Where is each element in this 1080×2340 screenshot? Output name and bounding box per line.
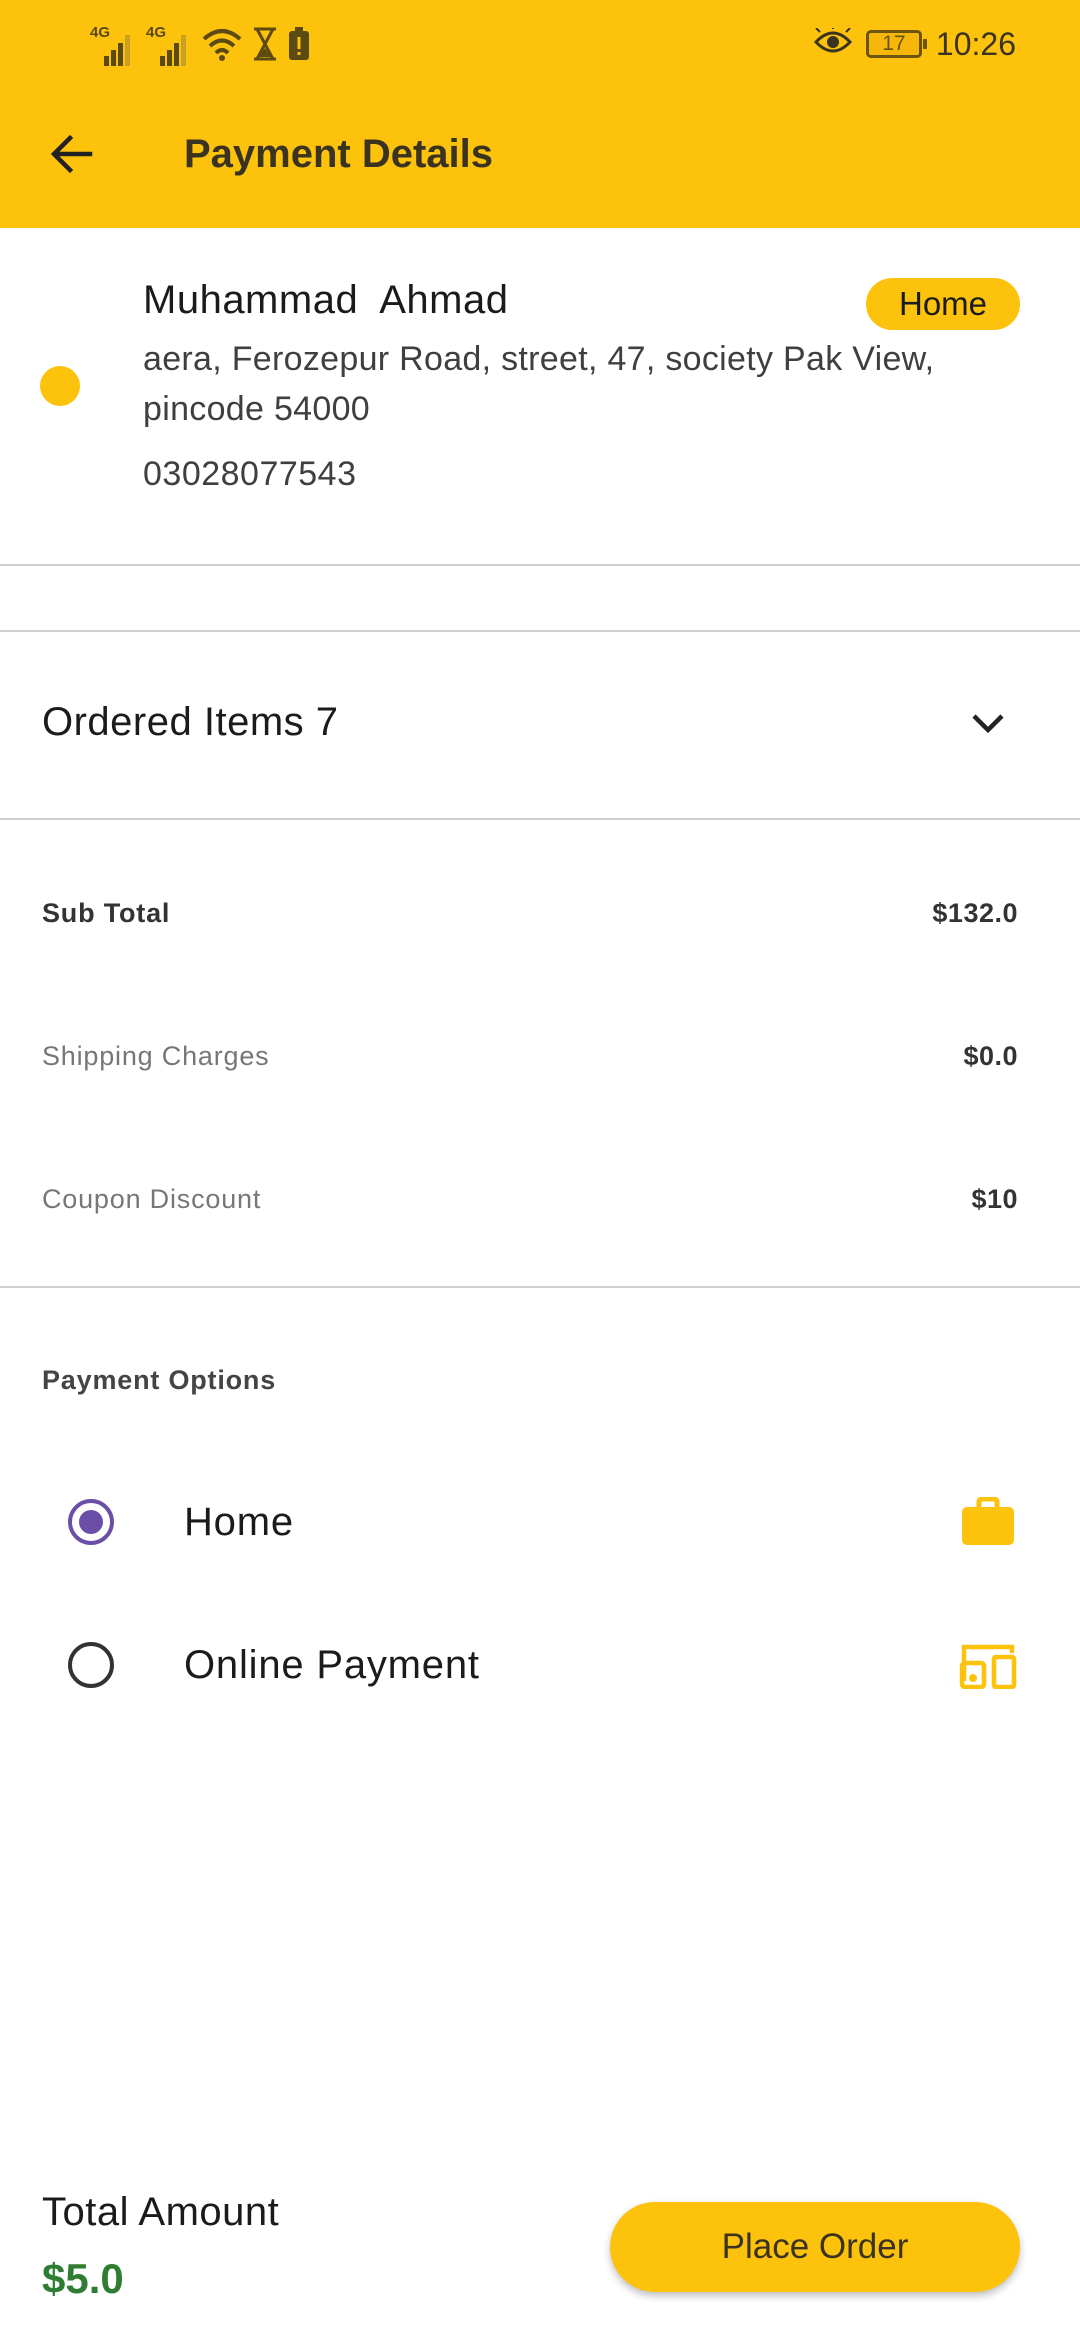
app-bar: 4G 4G 17 10:26 Payment Details bbox=[0, 0, 1080, 228]
ordered-items-label: Ordered Items 7 bbox=[42, 700, 339, 744]
payment-option-online[interactable]: Online Payment bbox=[0, 1605, 1080, 1725]
eye-icon bbox=[813, 24, 852, 61]
ordered-items-expand-button[interactable] bbox=[962, 700, 1014, 752]
total-amount-value: $5.0 bbox=[42, 2255, 124, 2302]
address-line-2: pincode 54000 bbox=[143, 390, 370, 428]
payment-radio-online[interactable] bbox=[68, 1642, 114, 1688]
payment-radio-home[interactable] bbox=[68, 1499, 114, 1545]
shipping-charges-value: $0.0 bbox=[963, 1041, 1018, 1071]
devices-icon bbox=[958, 1635, 1018, 1695]
network-type-label: 4G bbox=[146, 24, 167, 41]
sub-total-value: $132.0 bbox=[932, 898, 1018, 928]
address-tag-badge: Home bbox=[866, 278, 1020, 330]
payment-option-label: Home bbox=[184, 1500, 294, 1544]
status-icons-left: 4G 4G bbox=[90, 22, 310, 66]
divider bbox=[0, 1286, 1080, 1288]
alert-battery-icon bbox=[288, 27, 310, 66]
page-title: Payment Details bbox=[184, 132, 494, 176]
payment-options-title: Payment Options bbox=[42, 1365, 277, 1395]
payment-option-label: Online Payment bbox=[184, 1643, 480, 1687]
back-button[interactable] bbox=[40, 124, 104, 188]
payment-option-home[interactable]: Home bbox=[0, 1462, 1080, 1582]
address-name: Muhammad Ahmad bbox=[143, 278, 509, 322]
status-bar: 4G 4G 17 10:26 bbox=[0, 0, 1080, 86]
coupon-discount-label: Coupon Discount bbox=[42, 1184, 262, 1214]
shipping-charges-label: Shipping Charges bbox=[42, 1041, 270, 1071]
coupon-discount-value: $10 bbox=[971, 1184, 1018, 1214]
divider bbox=[0, 818, 1080, 820]
chevron-down-icon bbox=[971, 713, 1005, 740]
address-phone: 03028077543 bbox=[143, 455, 357, 493]
briefcase-icon bbox=[958, 1492, 1018, 1552]
hourglass-icon bbox=[252, 27, 278, 66]
battery-icon: 17 bbox=[865, 30, 927, 58]
divider bbox=[0, 564, 1080, 566]
signal-icon-1: 4G bbox=[90, 24, 136, 66]
status-time: 10:26 bbox=[935, 25, 1016, 62]
network-type-label: 4G bbox=[90, 24, 111, 41]
sub-total-label: Sub Total bbox=[42, 898, 171, 928]
total-amount-label: Total Amount bbox=[42, 2190, 280, 2234]
address-selected-indicator[interactable] bbox=[40, 366, 80, 406]
status-icons-right: 17 10:26 bbox=[813, 22, 1016, 66]
wifi-icon bbox=[202, 27, 242, 66]
arrow-left-icon bbox=[50, 134, 94, 179]
address-line-1: aera, Ferozepur Road, street, 47, societ… bbox=[143, 340, 935, 378]
signal-icon-2: 4G bbox=[146, 24, 192, 66]
place-order-button[interactable]: Place Order bbox=[610, 2202, 1020, 2292]
